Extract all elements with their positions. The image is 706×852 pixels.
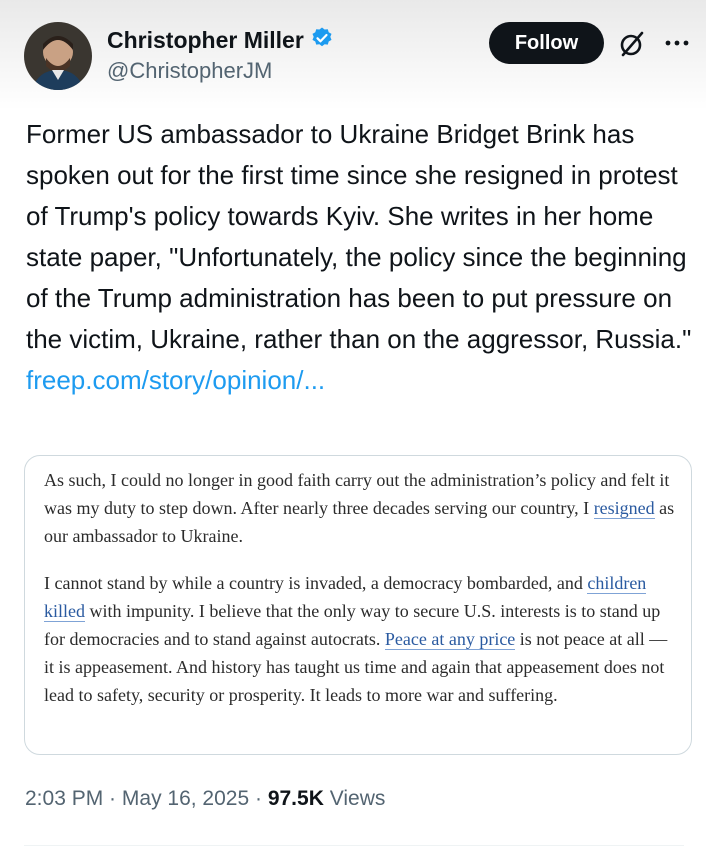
tweet-meta: 2:03 PM · May 16, 2025 · 97.5K Views — [25, 787, 386, 810]
author-name[interactable]: Christopher Miller — [107, 27, 304, 54]
article-link[interactable]: freep.com/story/opinion/... — [26, 365, 325, 395]
tweet-time[interactable]: 2:03 PM — [25, 787, 103, 810]
tweet-text: Former US ambassador to Ukraine Bridget … — [26, 114, 698, 401]
avatar[interactable] — [24, 22, 92, 90]
views-count: 97.5K — [267, 787, 324, 810]
divider — [24, 845, 684, 846]
author-handle[interactable]: @ChristopherJM — [107, 58, 272, 84]
tweet-header: Christopher Miller @ChristopherJM Follow — [0, 0, 706, 110]
quote-image-card[interactable]: As such, I could no longer in good faith… — [24, 455, 692, 755]
verified-badge-icon — [310, 26, 334, 55]
resigned-link: resigned — [593, 498, 655, 519]
follow-button[interactable]: Follow — [489, 22, 604, 64]
tweet-date[interactable]: May 16, 2025 — [122, 787, 249, 810]
tweet-body: Former US ambassador to Ukraine Bridget … — [26, 119, 692, 354]
views-label: Views — [329, 787, 386, 810]
quote-paragraph-1: As such, I could no longer in good faith… — [44, 470, 675, 546]
author-name-row[interactable]: Christopher Miller — [107, 26, 334, 55]
peace-at-any-price-link: Peace at any price — [384, 629, 516, 650]
grok-icon[interactable] — [618, 30, 646, 58]
quote-text: As such, I could no longer in good faith… — [44, 466, 676, 709]
quote-paragraph-2: I cannot stand by while a country is inv… — [44, 573, 668, 705]
more-options-icon[interactable] — [664, 30, 690, 56]
